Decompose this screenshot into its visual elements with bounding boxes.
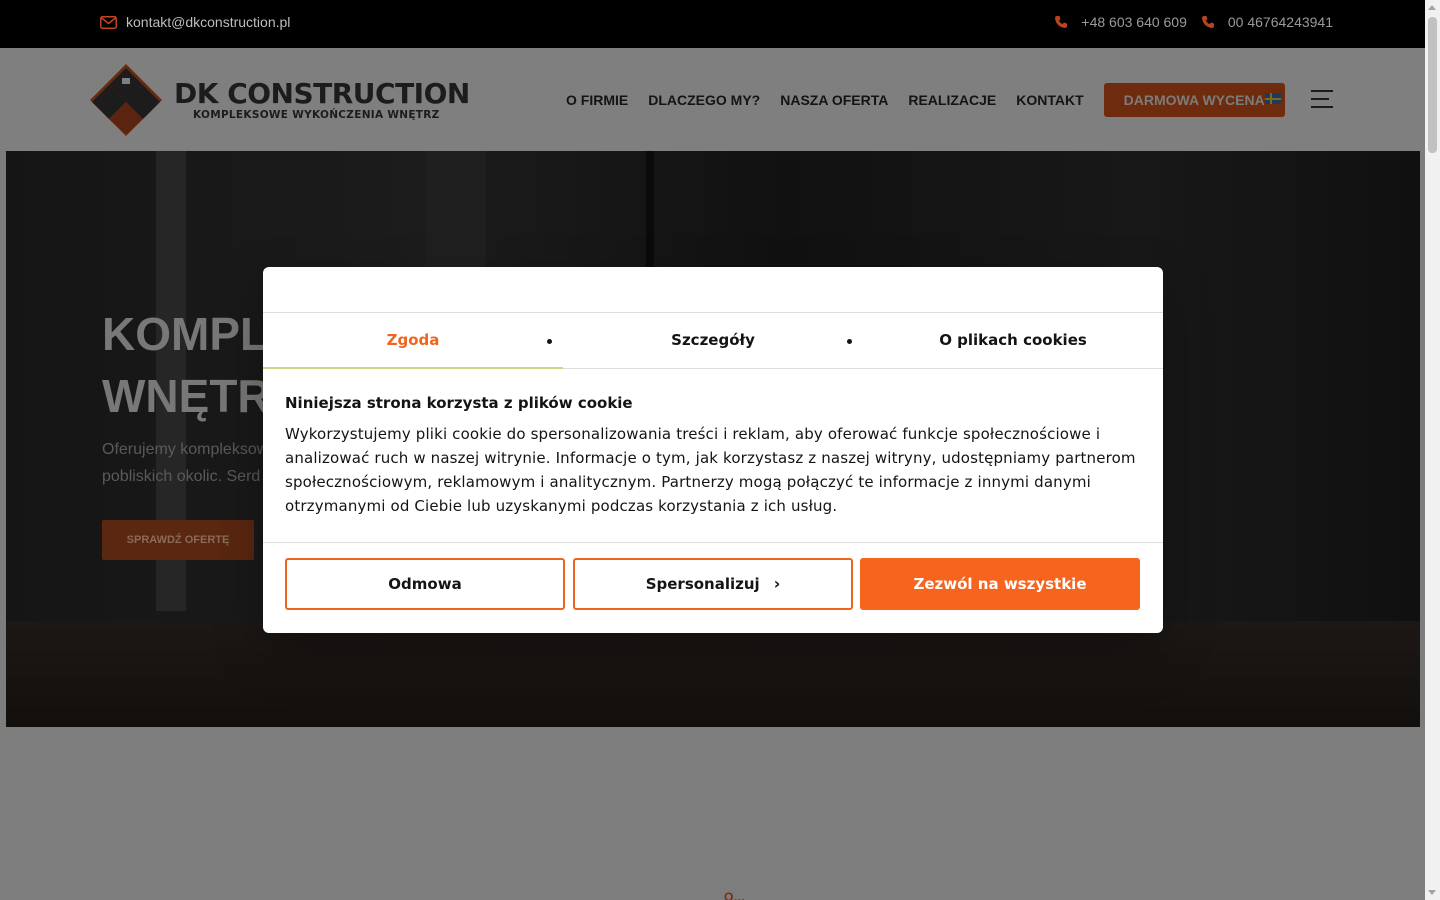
- hero-bg-floor: [6, 621, 1420, 727]
- logo-title: DK CONSTRUCTION: [174, 77, 470, 110]
- tab-zgoda[interactable]: Zgoda: [263, 313, 563, 369]
- logo-mark-icon: [90, 64, 162, 136]
- customize-button[interactable]: Spersonalizuj ›: [573, 558, 853, 610]
- swedish-flag-icon[interactable]: [1265, 93, 1281, 104]
- scroll-down-arrow-icon[interactable]: [1428, 890, 1436, 895]
- phone-link-1[interactable]: +48 603 640 609: [1054, 14, 1187, 30]
- hamburger-menu-icon[interactable]: [1311, 90, 1333, 114]
- nav-item-realizacje[interactable]: REALIZACJE: [908, 83, 996, 117]
- customize-button-label: Spersonalizuj: [645, 575, 760, 593]
- tab-separator-dot: [847, 339, 852, 344]
- phone-icon: [1201, 16, 1214, 28]
- tab-o-plikach-cookies[interactable]: O plikach cookies: [863, 313, 1163, 369]
- cookie-consent-dialog: Zgoda Szczegóły O plikach cookies Niniej…: [263, 267, 1163, 633]
- hero-text-line-1: Oferujemy kompleksow: [102, 441, 269, 458]
- tab-szczegoly[interactable]: Szczegóły: [563, 313, 863, 369]
- hero-text-line-2: pobliskich okolic. Serd: [102, 468, 261, 485]
- dialog-divider: [263, 542, 1163, 543]
- allow-all-button[interactable]: Zezwól na wszystkie: [860, 558, 1140, 610]
- phone-link-2[interactable]: 00 46764243941: [1201, 14, 1333, 30]
- site-header: DK CONSTRUCTION KOMPLEKSOWE WYKOŃCZENIA …: [0, 48, 1425, 151]
- chevron-right-icon: ›: [773, 574, 781, 593]
- logo[interactable]: DK CONSTRUCTION KOMPLEKSOWE WYKOŃCZENIA …: [90, 64, 470, 136]
- nav-item-kontakt[interactable]: KONTAKT: [1016, 83, 1083, 117]
- scrollbar-thumb[interactable]: [1428, 17, 1437, 153]
- section-label: O…: [724, 890, 746, 900]
- hero-description: Oferujemy kompleksow pobliskich okolic. …: [102, 436, 268, 490]
- phone-icon: [1055, 16, 1068, 28]
- dialog-title: Niniejsza strona korzysta z plików cooki…: [285, 394, 633, 412]
- phone-text-2: 00 46764243941: [1227, 14, 1333, 30]
- free-quote-button[interactable]: DARMOWA WYCENA: [1103, 83, 1285, 117]
- nav-item-dlaczego-my[interactable]: DLACZEGO MY?: [648, 83, 760, 117]
- mail-icon: [100, 15, 117, 29]
- email-link[interactable]: kontakt@dkconstruction.pl: [100, 14, 290, 30]
- deny-button[interactable]: Odmowa: [285, 558, 565, 610]
- main-nav: O FIRMIE DLACZEGO MY? NASZA OFERTA REALI…: [566, 83, 1285, 117]
- cookie-tabs: Zgoda Szczegóły O plikach cookies: [263, 312, 1163, 369]
- check-offer-button[interactable]: SPRAWDŹ OFERTĘ: [102, 520, 254, 560]
- nav-item-nasza-oferta[interactable]: NASZA OFERTA: [780, 83, 888, 117]
- email-text: kontakt@dkconstruction.pl: [126, 14, 291, 30]
- nav-item-o-firmie[interactable]: O FIRMIE: [566, 83, 628, 117]
- tab-separator-dot: [547, 339, 552, 344]
- phone-text-1: +48 603 640 609: [1081, 14, 1187, 30]
- top-bar: kontakt@dkconstruction.pl +48 603 640 60…: [0, 0, 1425, 48]
- logo-subtitle: KOMPLEKSOWE WYKOŃCZENIA WNĘTRZ: [193, 109, 440, 121]
- scroll-up-arrow-icon[interactable]: [1428, 5, 1436, 10]
- phone-links: +48 603 640 609 00 46764243941: [1054, 14, 1333, 30]
- dialog-body-text: Wykorzystujemy pliki cookie do spersonal…: [285, 425, 1136, 515]
- page-scrollbar[interactable]: [1425, 0, 1440, 900]
